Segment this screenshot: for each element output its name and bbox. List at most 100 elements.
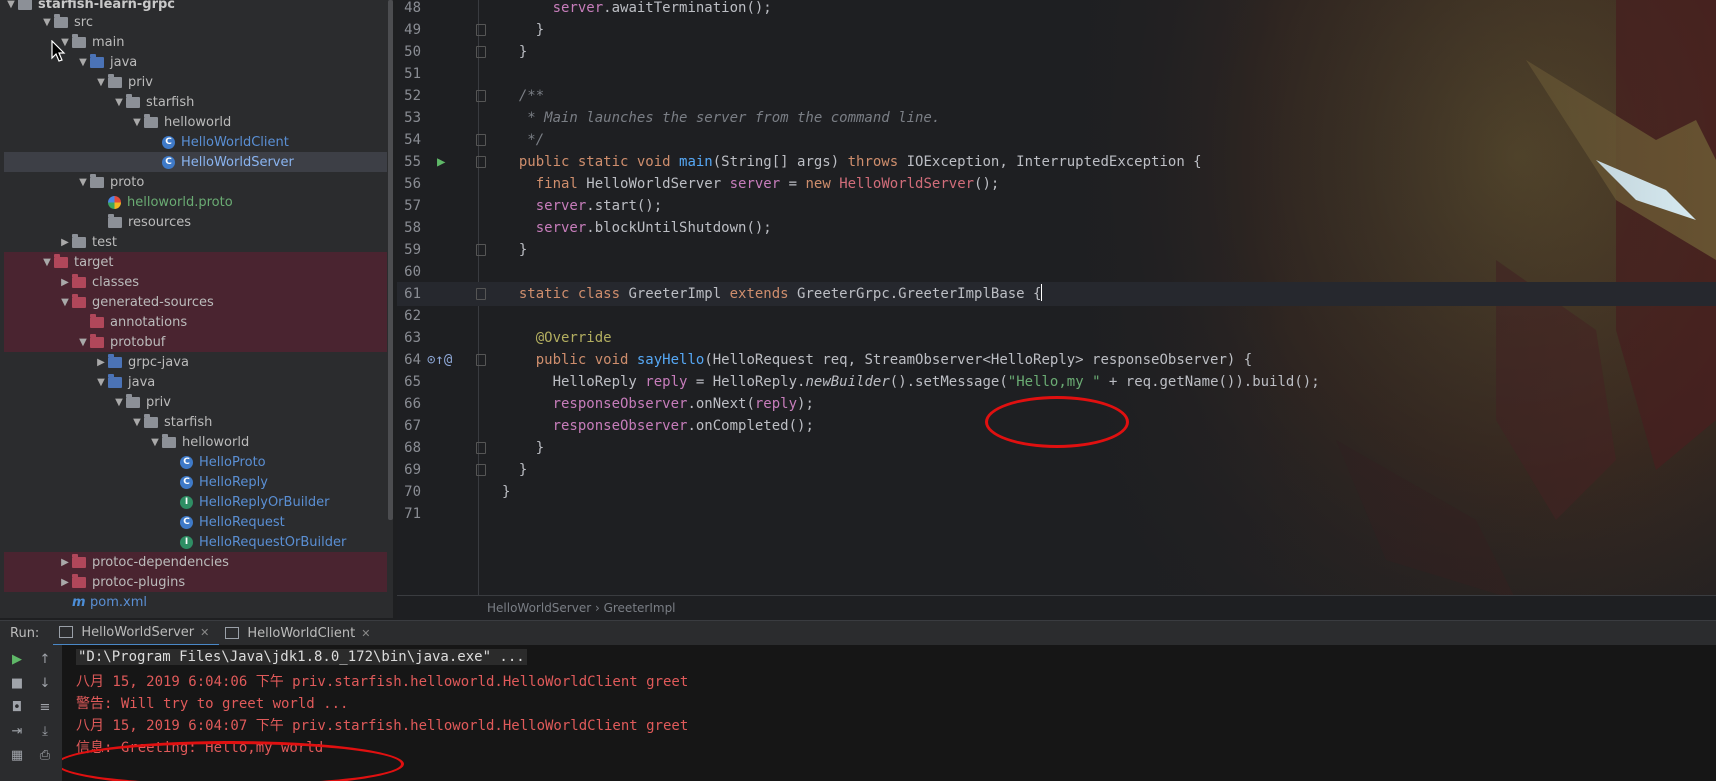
tree-item[interactable]: ▼ priv	[4, 392, 387, 412]
code-line[interactable]: 48 server.awaitTermination();	[397, 0, 1716, 20]
tree-item[interactable]: ▶ grpc-java	[4, 352, 387, 372]
tree-item[interactable]: ▼ helloworld	[4, 432, 387, 452]
code-line[interactable]: 65 HelloReply reply = HelloReply.newBuil…	[397, 370, 1716, 394]
line-number[interactable]: 57	[397, 194, 421, 218]
down-arrow-icon[interactable]: ↓	[36, 675, 54, 693]
line-number[interactable]: 67	[397, 414, 421, 438]
line-number[interactable]: 50	[397, 40, 421, 64]
tree-item[interactable]: ▼ generated-sources	[4, 292, 387, 312]
tree-item[interactable]: C HelloReply	[4, 472, 387, 492]
chevron-down-icon[interactable]: ▼	[94, 377, 108, 388]
line-number[interactable]: 53	[397, 106, 421, 130]
fold-marker-icon[interactable]	[476, 442, 486, 454]
code-line[interactable]: 57 server.start();	[397, 194, 1716, 218]
tree-scrollbar[interactable]	[388, 0, 393, 520]
code-line[interactable]: 50 }	[397, 40, 1716, 64]
code-line[interactable]: 54 */	[397, 128, 1716, 152]
tree-item[interactable]: ▼ proto	[4, 172, 387, 192]
code-line[interactable]: 71	[397, 502, 1716, 526]
line-number[interactable]: 52	[397, 84, 421, 108]
exit-icon[interactable]: ⇥	[8, 723, 26, 741]
line-number[interactable]: 51	[397, 62, 421, 86]
code-line[interactable]: 55 ▶ public static void main(String[] arg…	[397, 150, 1716, 174]
run-tab-server[interactable]: HelloWorldServer ✕	[53, 620, 220, 646]
code-line[interactable]: 70}	[397, 480, 1716, 504]
line-number[interactable]: 64	[397, 348, 421, 372]
line-number[interactable]: 71	[397, 502, 421, 526]
line-number[interactable]: 70	[397, 480, 421, 504]
tree-item[interactable]: I HelloRequestOrBuilder	[4, 532, 387, 552]
fold-marker-icon[interactable]	[476, 464, 486, 476]
chevron-down-icon[interactable]: ▼	[112, 397, 126, 408]
tree-item[interactable]: C HelloWorldServer	[4, 152, 387, 172]
line-number[interactable]: 68	[397, 436, 421, 460]
fold-marker-icon[interactable]	[476, 156, 486, 168]
run-tab-client[interactable]: HelloWorldClient ✕	[219, 621, 380, 645]
tree-item[interactable]: ▶ protoc-dependencies	[4, 552, 387, 572]
code-line[interactable]: 56 final HelloWorldServer server = new H…	[397, 172, 1716, 196]
chevron-down-icon[interactable]: ▼	[94, 77, 108, 88]
tree-item[interactable]: C HelloProto	[4, 452, 387, 472]
stop-icon[interactable]: ■	[8, 675, 26, 693]
code-line[interactable]: 62	[397, 304, 1716, 328]
code-line[interactable]: 59 }	[397, 238, 1716, 262]
code-line[interactable]: 49 }	[397, 18, 1716, 42]
line-number[interactable]: 56	[397, 172, 421, 196]
chevron-down-icon[interactable]: ▼	[76, 337, 90, 348]
tree-item[interactable]: m pom.xml	[4, 592, 387, 612]
fold-marker-icon[interactable]	[476, 288, 486, 300]
line-number[interactable]: 54	[397, 128, 421, 152]
console-output[interactable]: "D:\Program Files\Java\jdk1.8.0_172\bin\…	[62, 645, 1716, 781]
code-line[interactable]: 69 }	[397, 458, 1716, 482]
tree-item[interactable]: C HelloRequest	[4, 512, 387, 532]
tree-item[interactable]: ▼ target	[4, 252, 387, 272]
code-line[interactable]: 53 * Main launches the server from the c…	[397, 106, 1716, 130]
fold-marker-icon[interactable]	[476, 244, 486, 256]
chevron-down-icon[interactable]: ▼	[130, 117, 144, 128]
tree-item[interactable]: ▼ priv	[4, 72, 387, 92]
code-line[interactable]: 66 responseObserver.onNext(reply);	[397, 392, 1716, 416]
chevron-down-icon[interactable]: ▼	[130, 417, 144, 428]
chevron-down-icon[interactable]: ▼	[112, 97, 126, 108]
print-icon[interactable]: ⎙	[36, 747, 54, 765]
chevron-right-icon[interactable]: ▶	[58, 237, 72, 248]
chevron-down-icon[interactable]: ▼	[76, 57, 90, 68]
soft-wrap-icon[interactable]: ≡	[36, 699, 54, 717]
line-number[interactable]: 49	[397, 18, 421, 42]
tree-item[interactable]: ▼ starfish	[4, 92, 387, 112]
line-number[interactable]: 63	[397, 326, 421, 350]
line-number[interactable]: 61	[397, 282, 421, 306]
tree-item[interactable]: ▶ test	[4, 232, 387, 252]
chevron-right-icon[interactable]: ▶	[58, 577, 72, 588]
chevron-right-icon[interactable]: ▶	[58, 557, 72, 568]
tree-item[interactable]: ▼ starfish	[4, 412, 387, 432]
code-line[interactable]: 60	[397, 260, 1716, 284]
tree-item[interactable]: ▶ protoc-plugins	[4, 572, 387, 592]
code-line[interactable]: 68 }	[397, 436, 1716, 460]
fold-marker-icon[interactable]	[476, 354, 486, 366]
close-icon[interactable]: ✕	[200, 626, 209, 639]
chevron-down-icon[interactable]: ▼	[4, 0, 18, 10]
code-line[interactable]: 67 responseObserver.onCompleted();	[397, 414, 1716, 438]
fold-marker-icon[interactable]	[476, 90, 486, 102]
line-number[interactable]: 48	[397, 0, 421, 20]
tree-item[interactable]: C HelloWorldClient	[4, 132, 387, 152]
breadcrumb-text[interactable]: HelloWorldServer › GreeterImpl	[487, 601, 676, 615]
code-line[interactable]: 61 static class GreeterImpl extends Gree…	[397, 282, 1716, 306]
line-number[interactable]: 55	[397, 150, 421, 174]
override-gutter-icon[interactable]: ⊙↑@	[427, 348, 452, 372]
run-gutter-icon[interactable]: ▶	[437, 150, 445, 174]
code-line[interactable]: 52 /**	[397, 84, 1716, 108]
scroll-to-end-icon[interactable]: ⤓	[36, 723, 54, 741]
breadcrumb[interactable]: HelloWorldServer › GreeterImpl	[397, 595, 1716, 620]
tree-item[interactable]: resources	[4, 212, 387, 232]
layout-icon[interactable]: ▦	[8, 747, 26, 765]
tree-item[interactable]: annotations	[4, 312, 387, 332]
tree-item[interactable]: ▼ helloworld	[4, 112, 387, 132]
line-number[interactable]: 60	[397, 260, 421, 284]
line-number[interactable]: 62	[397, 304, 421, 328]
code-line[interactable]: 51	[397, 62, 1716, 86]
fold-marker-icon[interactable]	[476, 46, 486, 58]
up-arrow-icon[interactable]: ↑	[36, 651, 54, 669]
fold-marker-icon[interactable]	[476, 134, 486, 146]
